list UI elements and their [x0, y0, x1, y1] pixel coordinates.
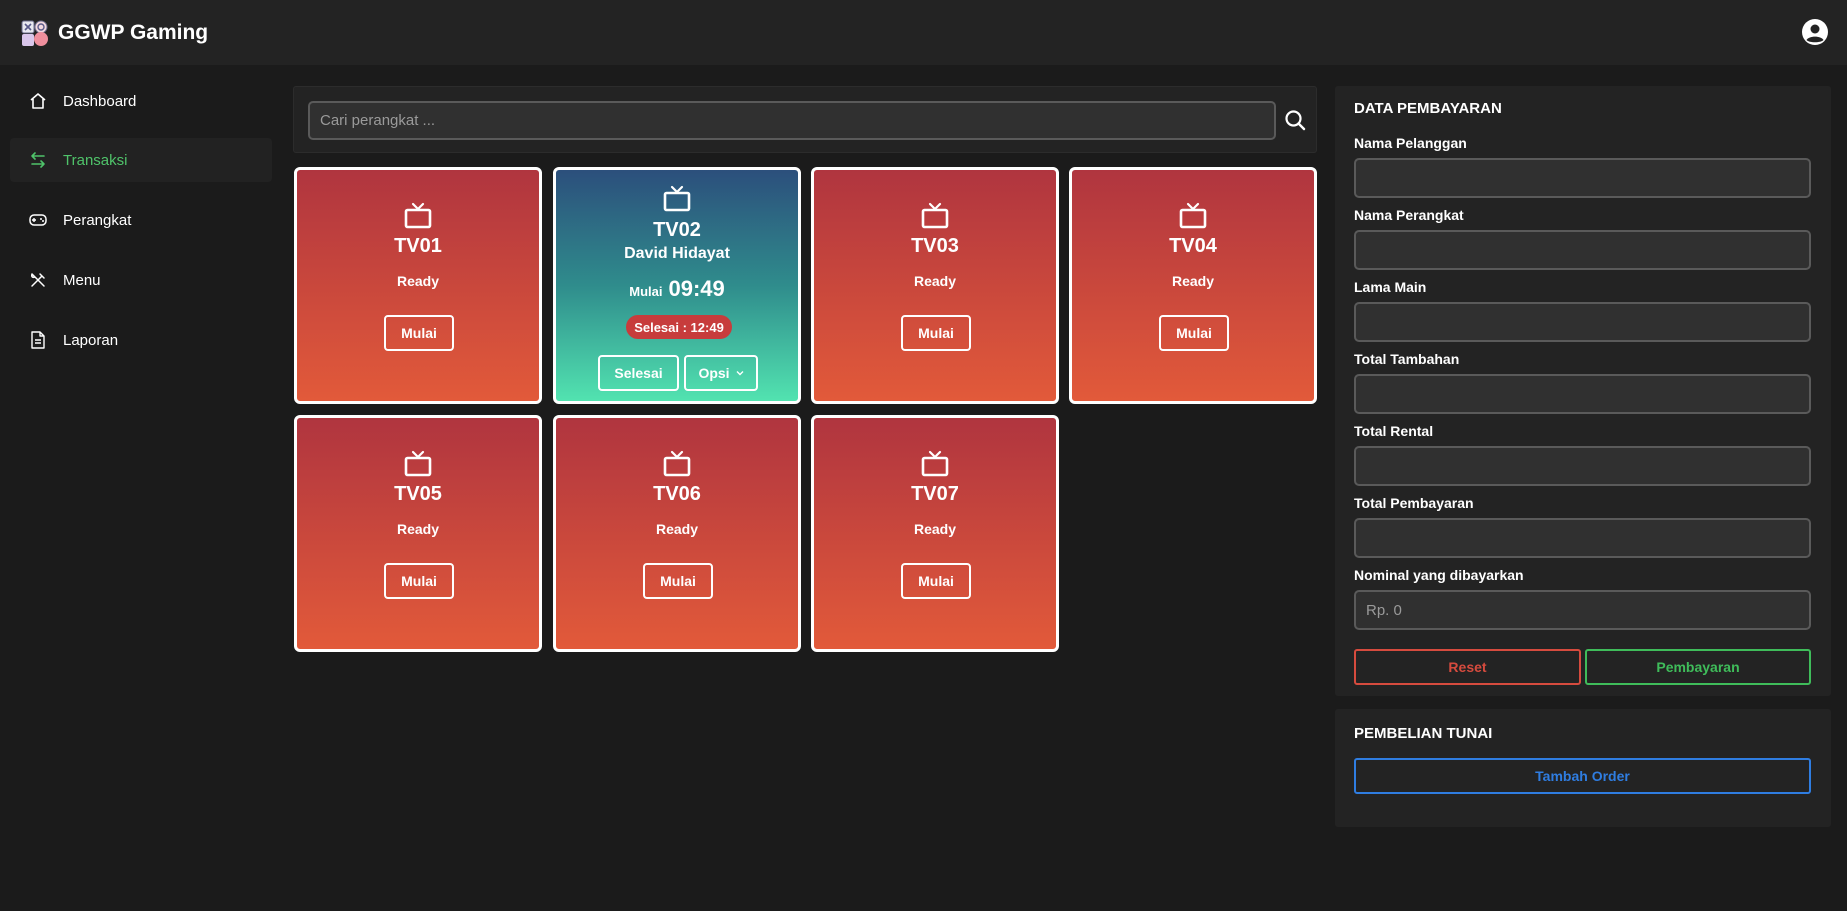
start-button[interactable]: Mulai [901, 315, 971, 351]
device-name: TV06 [653, 483, 701, 505]
device-status: Ready [913, 521, 957, 537]
device-name: TV05 [394, 483, 442, 505]
device-name-label: Nama Perangkat [1354, 207, 1464, 223]
customer-name-field[interactable] [1354, 158, 1811, 198]
device-status: Ready [655, 521, 699, 537]
device-card-tv05: TV05 Ready Mulai [294, 415, 542, 652]
tv-icon [1178, 202, 1208, 230]
sidebar-item-label: Perangkat [63, 211, 132, 229]
device-card-tv02: TV02 David Hidayat Mulai 09:49 Selesai :… [553, 167, 801, 404]
cash-purchase-panel: PEMBELIAN TUNAI Tambah Order [1335, 709, 1831, 827]
sidebar: Dashboard Transaksi Perangkat Menu Lapor… [0, 65, 282, 911]
tv-icon [662, 450, 692, 478]
sidebar-item-label: Laporan [63, 331, 119, 349]
device-status: Ready [1171, 273, 1215, 289]
utensils-icon [28, 270, 48, 290]
options-label: Opsi [698, 365, 730, 381]
device-name-field[interactable] [1354, 230, 1811, 270]
start-button[interactable]: Mulai [901, 563, 971, 599]
tv-icon [403, 202, 433, 230]
device-card-tv03: TV03 Ready Mulai [811, 167, 1059, 404]
customer-name: David Hidayat [624, 245, 730, 262]
sidebar-item-transaksi[interactable]: Transaksi [10, 138, 272, 182]
sidebar-item-label: Dashboard [63, 92, 137, 110]
options-dropdown-button[interactable]: Opsi [684, 355, 758, 391]
device-status: Ready [396, 521, 440, 537]
play-duration-field[interactable] [1354, 302, 1811, 342]
sidebar-item-perangkat[interactable]: Perangkat [10, 198, 272, 242]
payment-panel: DATA PEMBAYARAN Nama Pelanggan Nama Pera… [1335, 86, 1831, 696]
paid-amount-field[interactable] [1354, 590, 1811, 630]
search-panel [293, 86, 1317, 153]
tv-icon [403, 450, 433, 478]
top-bar: GGWP Gaming [0, 0, 1847, 65]
start-time-row: Mulai 09:49 [556, 276, 798, 302]
start-button[interactable]: Mulai [384, 315, 454, 351]
device-name: TV01 [394, 235, 442, 257]
search-input[interactable] [308, 101, 1276, 140]
gamepad-icon [28, 210, 48, 230]
device-name: TV02 [653, 219, 701, 241]
finish-button[interactable]: Selesai [598, 355, 679, 391]
customer-name-label: Nama Pelanggan [1354, 135, 1467, 151]
tv-icon [920, 450, 950, 478]
pay-button[interactable]: Pembayaran [1585, 649, 1811, 685]
start-label: Mulai [629, 284, 663, 299]
payment-total-label: Total Pembayaran [1354, 495, 1474, 511]
end-time-badge: Selesai : 12:49 [626, 315, 732, 339]
rental-total-field[interactable] [1354, 446, 1811, 486]
device-name: TV07 [911, 483, 959, 505]
start-button[interactable]: Mulai [1159, 315, 1229, 351]
sidebar-item-label: Transaksi [63, 151, 128, 169]
transfer-icon [28, 150, 48, 170]
sidebar-item-menu[interactable]: Menu [10, 258, 272, 302]
payment-title: DATA PEMBAYARAN [1354, 100, 1502, 117]
tv-icon [662, 185, 692, 213]
tv-icon [920, 202, 950, 230]
device-name: TV03 [911, 235, 959, 257]
app-title: GGWP Gaming [58, 20, 209, 44]
device-card-tv01: TV01 Ready Mulai [294, 167, 542, 404]
sidebar-item-laporan[interactable]: Laporan [10, 318, 272, 362]
home-icon [28, 91, 48, 111]
add-order-button[interactable]: Tambah Order [1354, 758, 1811, 794]
device-card-tv06: TV06 Ready Mulai [553, 415, 801, 652]
extra-total-label: Total Tambahan [1354, 351, 1460, 367]
start-time: 09:49 [668, 276, 725, 301]
device-name: TV04 [1169, 235, 1217, 257]
document-icon [28, 330, 48, 350]
paid-amount-label: Nominal yang dibayarkan [1354, 567, 1524, 583]
rental-total-label: Total Rental [1354, 423, 1434, 439]
extra-total-field[interactable] [1354, 374, 1811, 414]
device-status: Ready [396, 273, 440, 289]
play-duration-label: Lama Main [1354, 279, 1427, 295]
payment-total-field[interactable] [1354, 518, 1811, 558]
reset-button[interactable]: Reset [1354, 649, 1581, 685]
sidebar-item-dashboard[interactable]: Dashboard [10, 79, 272, 123]
device-card-tv04: TV04 Ready Mulai [1069, 167, 1317, 404]
start-button[interactable]: Mulai [643, 563, 713, 599]
chevron-down-icon [736, 370, 744, 376]
search-icon[interactable] [1284, 109, 1306, 131]
device-card-tv07: TV07 Ready Mulai [811, 415, 1059, 652]
sidebar-item-label: Menu [63, 271, 101, 289]
cash-purchase-title: PEMBELIAN TUNAI [1354, 725, 1493, 742]
account-circle-icon[interactable] [1801, 18, 1829, 46]
device-status: Ready [913, 273, 957, 289]
controller-logo-icon [20, 18, 50, 48]
start-button[interactable]: Mulai [384, 563, 454, 599]
